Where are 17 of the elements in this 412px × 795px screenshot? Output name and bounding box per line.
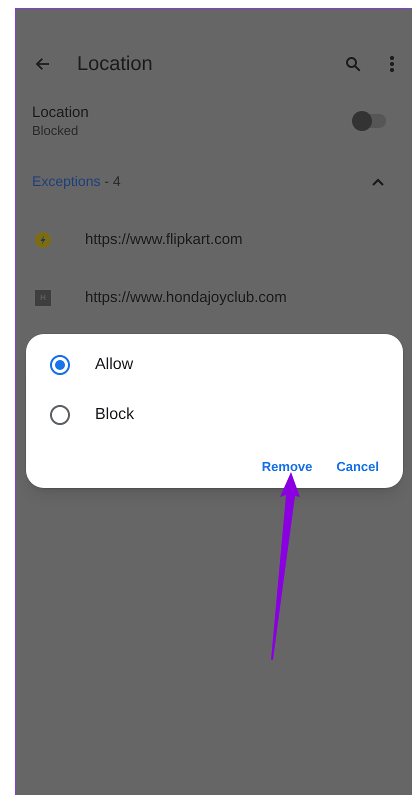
setting-title: Location xyxy=(32,103,89,122)
site-url[interactable]: https://www.flipkart.com xyxy=(85,229,243,252)
radio-button[interactable] xyxy=(50,405,70,425)
chevron-up-icon[interactable] xyxy=(372,178,384,186)
radio-label: Block xyxy=(95,405,134,425)
dialog-text-button[interactable]: Cancel xyxy=(336,457,379,476)
exceptions-header[interactable]: Exceptions - 4 xyxy=(32,171,121,192)
dialog-text-button[interactable]: Remove xyxy=(262,457,312,476)
search-icon[interactable] xyxy=(344,55,362,73)
site-url[interactable]: https://www.hondajoyclub.com xyxy=(85,286,287,309)
location-toggle[interactable] xyxy=(354,114,386,128)
setting-status: Blocked xyxy=(32,122,80,139)
lightning-bolt-icon xyxy=(35,232,51,248)
radio-label: Allow xyxy=(95,355,134,375)
radio-button[interactable] xyxy=(50,355,70,375)
page-title: Location xyxy=(77,52,153,77)
more-options-icon[interactable] xyxy=(390,56,394,72)
